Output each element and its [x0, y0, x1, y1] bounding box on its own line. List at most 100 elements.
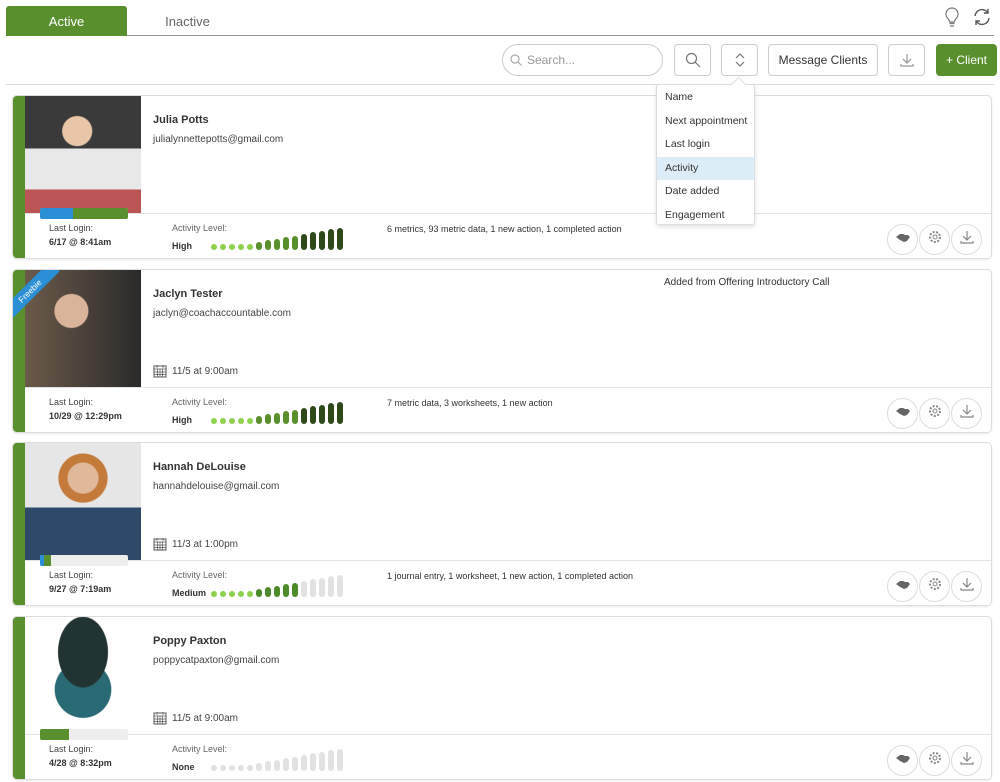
sort-button[interactable]: [721, 44, 758, 76]
session-button[interactable]: [887, 745, 918, 776]
client-photo[interactable]: [25, 443, 141, 560]
gear-icon: [927, 576, 943, 597]
activity-summary: 1 journal entry, 1 worksheet, 1 new acti…: [387, 571, 633, 581]
card-footer: Last Login: 4/28 @ 8:32pm Activity Level…: [25, 734, 991, 779]
activity-bar-segment: [274, 585, 280, 597]
last-login-label: Last Login:: [49, 570, 94, 580]
download-icon: [959, 403, 975, 424]
download-icon: [959, 750, 975, 771]
tab-active[interactable]: Active: [6, 6, 127, 36]
handshake-icon: [895, 231, 911, 249]
client-name[interactable]: Hannah DeLouise: [153, 461, 246, 473]
session-button[interactable]: [887, 224, 918, 255]
activity-summary: 6 metrics, 93 metric data, 1 new action,…: [387, 224, 622, 234]
status-stripe: [13, 443, 25, 605]
activity-bar-segment: [256, 242, 262, 250]
search-button[interactable]: [674, 44, 711, 76]
activity-bar-segment: [292, 235, 298, 250]
next-appointment: 11/5 at 9:00am: [153, 364, 238, 378]
message-clients-button[interactable]: Message Clients: [768, 44, 878, 76]
search-input[interactable]: Search...: [502, 44, 663, 76]
activity-bar-segment: [274, 412, 280, 424]
activity-bar-segment: [283, 758, 289, 771]
refresh-icon[interactable]: [971, 6, 993, 28]
activity-bar-segment: [328, 229, 334, 250]
client-email: jaclyn@coachaccountable.com: [153, 308, 292, 319]
tab-inactive[interactable]: Inactive: [127, 6, 248, 36]
export-button[interactable]: [951, 224, 982, 255]
client-photo[interactable]: [25, 617, 141, 734]
export-button[interactable]: [951, 571, 982, 602]
download-icon: [959, 229, 975, 250]
sort-option-next-appointment[interactable]: Next appointment: [657, 110, 754, 134]
gear-icon: [927, 403, 943, 424]
last-login-label: Last Login:: [49, 223, 94, 233]
next-appointment: 11/3 at 1:00pm: [153, 537, 238, 551]
search-icon: [510, 54, 522, 66]
sort-option-last-login[interactable]: Last login: [657, 133, 754, 157]
client-email: hannahdelouise@gmail.com: [153, 481, 280, 492]
client-photo[interactable]: [25, 96, 141, 213]
export-button[interactable]: [951, 398, 982, 429]
activity-bar-segment: [229, 418, 235, 424]
client-name[interactable]: Poppy Paxton: [153, 635, 226, 647]
activity-bar-segment: [310, 406, 316, 424]
activity-bar-segment: [274, 238, 280, 250]
add-client-button[interactable]: + Client: [936, 44, 997, 76]
activity-bar-segment: [319, 404, 325, 424]
activity-bar-segment: [283, 237, 289, 250]
engagement-bar: [40, 555, 128, 566]
client-card[interactable]: Julia Potts julialynnettepotts@gmail.com…: [12, 95, 992, 259]
last-login-label: Last Login:: [49, 744, 94, 754]
last-login-value: 10/29 @ 12:29pm: [49, 411, 122, 421]
activity-bar-segment: [310, 753, 316, 771]
sort-option-activity[interactable]: Activity: [657, 156, 754, 180]
activity-bar-segment: [265, 761, 271, 771]
client-name[interactable]: Jaclyn Tester: [153, 288, 223, 300]
client-name[interactable]: Julia Potts: [153, 114, 209, 126]
client-email: julialynnettepotts@gmail.com: [153, 134, 284, 145]
card-footer: Last Login: 9/27 @ 7:19am Activity Level…: [25, 560, 991, 605]
activity-bar-segment: [211, 591, 217, 597]
activity-bar-segment: [319, 577, 325, 597]
activity-bar-segment: [220, 244, 226, 250]
settings-button[interactable]: [919, 398, 950, 429]
sort-chevrons-icon: [735, 53, 744, 67]
activity-bar-segment: [337, 748, 343, 771]
calendar-icon: [153, 538, 167, 551]
gear-icon: [927, 229, 943, 250]
sort-option-date-added[interactable]: Date added: [657, 180, 754, 204]
activity-bar-segment: [319, 751, 325, 771]
session-button[interactable]: [887, 398, 918, 429]
activity-bar-segment: [247, 765, 253, 771]
activity-bar-segment: [301, 755, 307, 771]
activity-bar-segment: [247, 418, 253, 424]
client-card[interactable]: Freebie Jaclyn Tester jaclyn@coachaccoun…: [12, 269, 992, 433]
activity-bar-segment: [283, 411, 289, 424]
download-button[interactable]: [888, 44, 925, 76]
client-card[interactable]: Poppy Paxton poppycatpaxton@gmail.com 11…: [12, 616, 992, 780]
settings-button[interactable]: [919, 745, 950, 776]
activity-bar-segment: [238, 591, 244, 597]
sort-option-engagement[interactable]: Engagement: [657, 204, 754, 228]
session-button[interactable]: [887, 571, 918, 602]
settings-button[interactable]: [919, 571, 950, 602]
activity-bar-segment: [247, 591, 253, 597]
activity-meter: [211, 573, 343, 597]
appointment-text: 11/3 at 1:00pm: [172, 538, 238, 550]
calendar-icon: [153, 712, 167, 725]
activity-summary: 7 metric data, 3 worksheets, 1 new actio…: [387, 398, 553, 408]
activity-bar-segment: [337, 574, 343, 597]
handshake-icon: [895, 578, 911, 596]
activity-bar-segment: [256, 589, 262, 597]
activity-bar-segment: [220, 765, 226, 771]
sort-option-name[interactable]: Name: [657, 86, 754, 110]
lightbulb-icon[interactable]: [941, 6, 963, 28]
activity-bar-segment: [229, 244, 235, 250]
activity-level-value: Medium: [172, 588, 207, 598]
activity-bar-segment: [247, 244, 253, 250]
client-card[interactable]: Hannah DeLouise hannahdelouise@gmail.com…: [12, 442, 992, 606]
settings-button[interactable]: [919, 224, 950, 255]
activity-bar-segment: [229, 591, 235, 597]
export-button[interactable]: [951, 745, 982, 776]
